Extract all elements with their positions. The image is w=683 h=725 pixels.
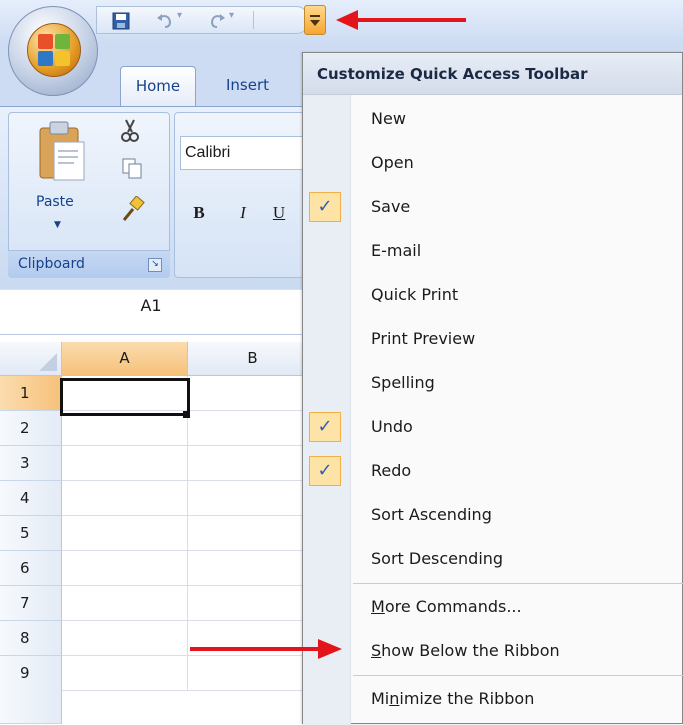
- menu-item-save[interactable]: ✓ Save: [303, 185, 683, 229]
- menu-item-undo[interactable]: ✓ Undo: [303, 405, 683, 449]
- menu-item-show-below-ribbon[interactable]: Show Below the Ribbon: [303, 629, 683, 673]
- row-header[interactable]: 5: [0, 516, 62, 551]
- paste-label[interactable]: Paste: [36, 194, 86, 210]
- select-all-corner[interactable]: [0, 342, 62, 376]
- menu-item-email[interactable]: E-mail: [303, 229, 683, 273]
- cell[interactable]: [188, 656, 318, 691]
- menu-item-spelling[interactable]: Spelling: [303, 361, 683, 405]
- cell[interactable]: [188, 516, 318, 551]
- cell[interactable]: [62, 446, 188, 481]
- accel-prefix: Mi: [371, 689, 390, 708]
- checkmark-icon: ✓: [309, 456, 341, 486]
- cell[interactable]: [188, 586, 318, 621]
- annotation-arrow-left-icon: [336, 10, 358, 30]
- qat-separator: [253, 11, 254, 29]
- name-box[interactable]: A1: [0, 296, 302, 315]
- cut-icon[interactable]: [118, 118, 142, 144]
- accel-suffix: how Below the Ribbon: [381, 641, 560, 660]
- copy-icon[interactable]: [120, 156, 144, 180]
- menu-separator: [353, 675, 683, 676]
- undo-dropdown-icon[interactable]: ▾: [177, 10, 182, 21]
- menu-item-label: Print Preview: [371, 329, 476, 348]
- menu-item-more-commands[interactable]: More Commands...: [303, 585, 683, 629]
- menu-item-quick-print[interactable]: Quick Print: [303, 273, 683, 317]
- column-header-a[interactable]: A: [62, 342, 188, 376]
- menu-item-label: Open: [371, 153, 414, 172]
- redo-icon[interactable]: [207, 11, 227, 31]
- clipboard-group-label: Clipboard ↘: [8, 250, 170, 278]
- accel-suffix: imize the Ribbon: [399, 689, 535, 708]
- cell[interactable]: [188, 376, 318, 411]
- cell[interactable]: [62, 516, 188, 551]
- accel-key: S: [371, 641, 382, 660]
- row-header[interactable]: 4: [0, 481, 62, 516]
- undo-icon[interactable]: [155, 11, 175, 31]
- active-cell-a1[interactable]: [60, 378, 190, 416]
- row-header[interactable]: 3: [0, 446, 62, 481]
- cell[interactable]: [188, 551, 318, 586]
- menu-item-print-preview[interactable]: Print Preview: [303, 317, 683, 361]
- cell[interactable]: [62, 551, 188, 586]
- annotation-arrow-line: [190, 647, 320, 651]
- annotation-arrow-right-icon: [318, 639, 342, 659]
- redo-dropdown-icon[interactable]: ▾: [229, 10, 234, 21]
- cell[interactable]: [62, 656, 188, 691]
- column-header-b[interactable]: B: [188, 342, 318, 376]
- save-icon[interactable]: [111, 11, 131, 31]
- office-logo-icon: [27, 23, 81, 77]
- cell[interactable]: [62, 411, 188, 446]
- clipboard-group-title: Clipboard: [18, 256, 85, 272]
- menu-item-sort-ascending[interactable]: Sort Ascending: [303, 493, 683, 537]
- checkmark-icon: ✓: [309, 412, 341, 442]
- cell[interactable]: [62, 621, 188, 656]
- cell[interactable]: [188, 481, 318, 516]
- menu-item-label: Sort Descending: [371, 549, 504, 568]
- cell[interactable]: [188, 446, 318, 481]
- cell[interactable]: [62, 586, 188, 621]
- underline-button[interactable]: U: [264, 198, 294, 228]
- dialog-launcher-icon[interactable]: ↘: [148, 258, 162, 272]
- row-header[interactable]: 9: [0, 656, 62, 724]
- paste-dropdown-icon[interactable]: ▼: [54, 220, 61, 230]
- menu-item-label: Sort Ascending: [371, 505, 492, 524]
- menu-item-label: Spelling: [371, 373, 435, 392]
- format-painter-icon[interactable]: [118, 196, 146, 224]
- paste-icon[interactable]: [36, 118, 88, 184]
- menu-item-label: Undo: [371, 417, 413, 436]
- quick-access-toolbar: ▾ ▾: [96, 6, 310, 34]
- font-name-field[interactable]: Calibri: [180, 136, 308, 170]
- tab-home[interactable]: Home: [120, 66, 196, 106]
- accel-key: n: [389, 689, 400, 708]
- dropdown-icon: [310, 15, 320, 26]
- customize-qat-menu: Customize Quick Access Toolbar New Open …: [302, 52, 683, 725]
- menu-item-redo[interactable]: ✓ Redo: [303, 449, 683, 493]
- row-header[interactable]: 8: [0, 621, 62, 656]
- menu-item-label: E-mail: [371, 241, 422, 260]
- menu-item-label: New: [371, 109, 406, 128]
- row-header[interactable]: 7: [0, 586, 62, 621]
- accel-key: M: [371, 597, 385, 616]
- row-header[interactable]: 6: [0, 551, 62, 586]
- cell[interactable]: [188, 411, 318, 446]
- checkmark-icon: ✓: [309, 192, 341, 222]
- cell[interactable]: [62, 481, 188, 516]
- italic-button[interactable]: I: [228, 198, 258, 228]
- menu-item-sort-descending[interactable]: Sort Descending: [303, 537, 683, 581]
- office-button[interactable]: [8, 6, 98, 96]
- row-header[interactable]: 1: [0, 376, 62, 411]
- annotation-arrow-line: [356, 18, 466, 22]
- menu-item-open[interactable]: Open: [303, 141, 683, 185]
- customize-qat-button[interactable]: [304, 5, 326, 35]
- fill-handle[interactable]: [183, 411, 190, 418]
- menu-item-label: Save: [371, 197, 411, 216]
- row-header[interactable]: 2: [0, 411, 62, 446]
- menu-header: Customize Quick Access Toolbar: [303, 53, 682, 95]
- menu-item-new[interactable]: New: [303, 97, 683, 141]
- bold-button[interactable]: B: [184, 198, 214, 228]
- menu-separator: [353, 583, 683, 584]
- accel-suffix: ore Commands...: [384, 597, 522, 616]
- menu-item-label: Quick Print: [371, 285, 459, 304]
- menu-item-label: Redo: [371, 461, 412, 480]
- menu-item-minimize-ribbon[interactable]: Minimize the Ribbon: [303, 677, 683, 721]
